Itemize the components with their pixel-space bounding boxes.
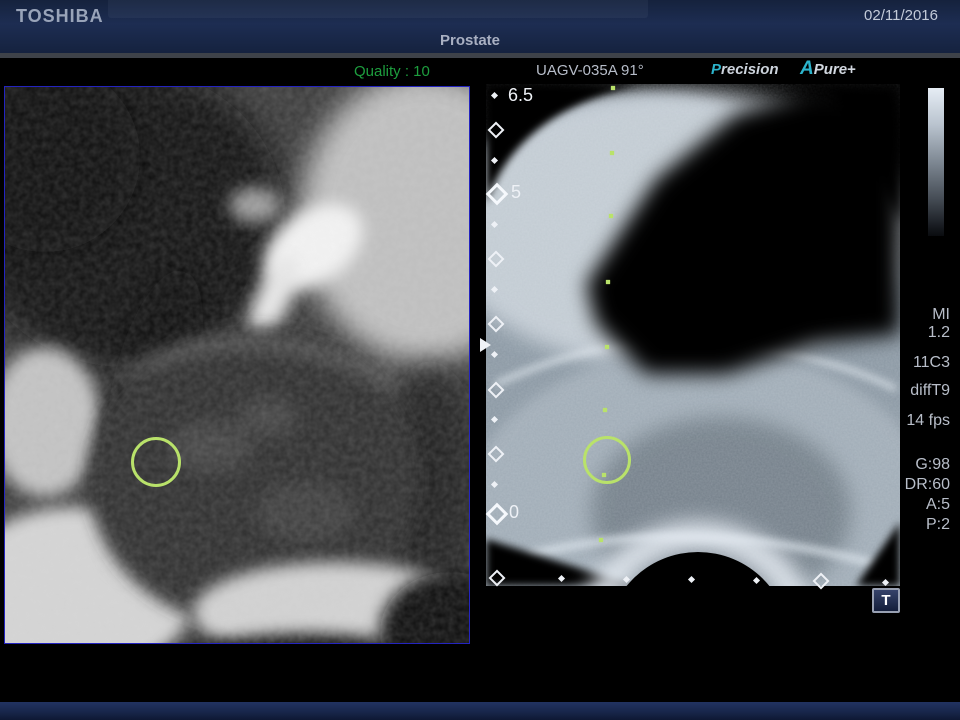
probe-id-label: UAGV-035A 91° bbox=[536, 62, 644, 79]
header-bar: TOSHIBA 02/11/2016 Prostate bbox=[0, 0, 960, 53]
gain-params: G:98 DR:60 A:5 P:2 bbox=[840, 455, 950, 535]
precision-logo: Precision bbox=[711, 61, 779, 78]
brand-logo: TOSHIBA bbox=[16, 6, 104, 27]
needle-guide-dot bbox=[599, 538, 603, 542]
mri-image bbox=[5, 87, 469, 643]
param-a-label: A:5 bbox=[840, 495, 950, 515]
mri-panel bbox=[4, 86, 470, 644]
apure-logo: APure+ bbox=[800, 58, 856, 80]
needle-guide-dot bbox=[609, 214, 613, 218]
depth-label-mid: 5 bbox=[511, 182, 521, 203]
needle-guide-dot bbox=[610, 151, 614, 155]
t-orientation-button[interactable]: T bbox=[872, 588, 900, 613]
date-label: 02/11/2016 bbox=[864, 7, 938, 24]
ultrasound-image bbox=[486, 84, 900, 586]
apure-rest: Pure bbox=[814, 61, 847, 78]
depth-label-top: 6.5 bbox=[508, 85, 533, 106]
mi-label: MI bbox=[840, 306, 950, 324]
precision-p: P bbox=[711, 61, 721, 78]
gain-label: G:98 bbox=[840, 455, 950, 475]
needle-guide-dot bbox=[611, 86, 615, 90]
precision-rest: recision bbox=[721, 61, 779, 78]
mi-value: 1.2 bbox=[840, 324, 950, 342]
apure-a: A bbox=[800, 58, 814, 79]
grayscale-bar bbox=[928, 88, 944, 236]
preset-label: diffT9 bbox=[840, 382, 950, 400]
needle-guide-dot bbox=[603, 408, 607, 412]
quality-label: Quality : 10 bbox=[354, 63, 430, 80]
imaging-params: MI 1.2 11C3 diffT9 14 fps bbox=[840, 306, 950, 430]
needle-guide-dot bbox=[606, 280, 610, 284]
focus-marker-icon bbox=[480, 338, 491, 352]
dynamic-range-label: DR:60 bbox=[840, 475, 950, 495]
exam-title: Prostate bbox=[0, 32, 940, 49]
header-inset bbox=[108, 0, 648, 18]
param-p-label: P:2 bbox=[840, 515, 950, 535]
depth-label-zero: 0 bbox=[509, 502, 519, 523]
apure-plus: + bbox=[847, 61, 856, 78]
transducer-label: 11C3 bbox=[840, 354, 950, 372]
mri-target-circle bbox=[131, 437, 181, 487]
bottom-bar bbox=[0, 702, 960, 720]
frame-rate-label: 14 fps bbox=[840, 412, 950, 430]
us-target-circle bbox=[583, 436, 631, 484]
needle-guide-dot bbox=[605, 345, 609, 349]
